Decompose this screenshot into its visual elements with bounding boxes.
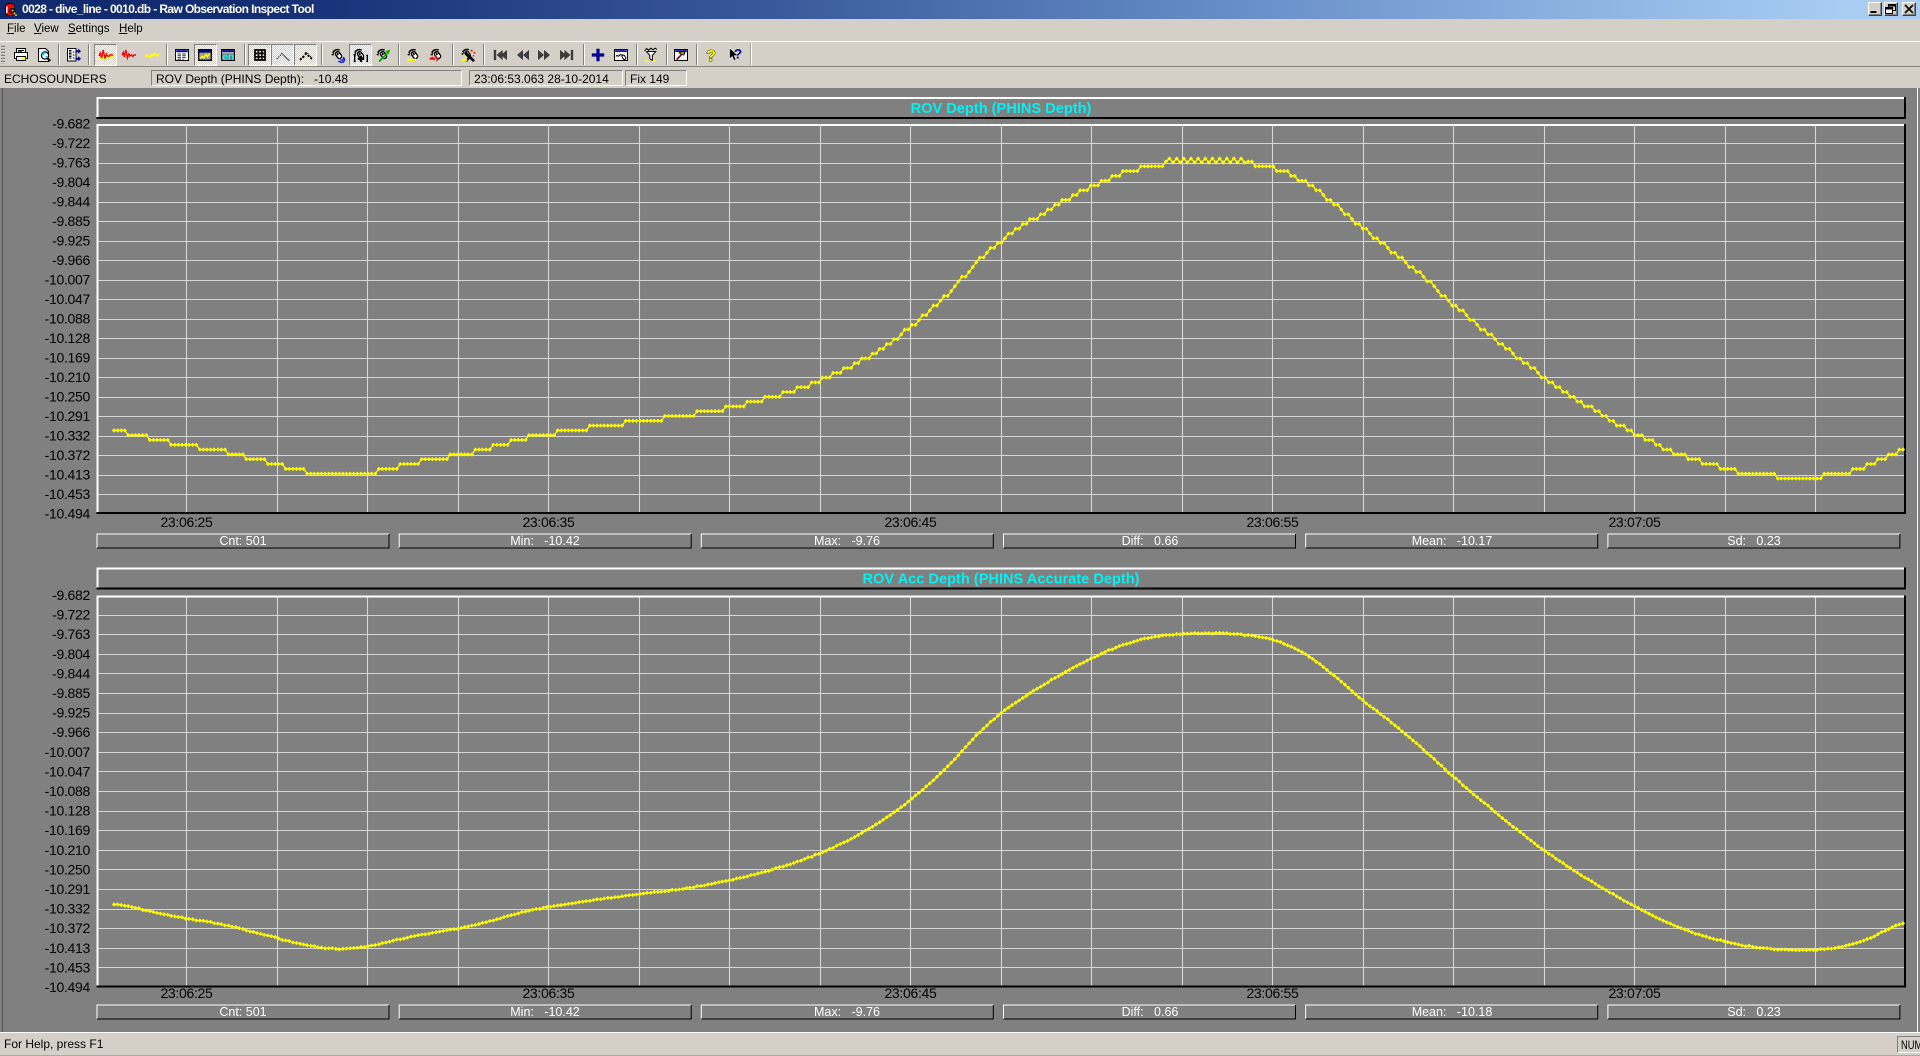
svg-text:-9.722: -9.722 — [52, 135, 90, 151]
svg-text:-9.966: -9.966 — [52, 252, 90, 268]
svg-text:-9.844: -9.844 — [52, 665, 90, 681]
svg-text:23:07:05: 23:07:05 — [1608, 985, 1661, 1001]
svg-text:23:06:25: 23:06:25 — [160, 514, 213, 530]
svg-text:23:06:55: 23:06:55 — [1246, 985, 1299, 1001]
svg-text:-10.453: -10.453 — [45, 486, 91, 502]
svg-text:-10.494: -10.494 — [45, 979, 91, 995]
svg-text:-9.763: -9.763 — [52, 626, 90, 642]
svg-text:Diff: 0.66: Diff: 0.66 — [1122, 534, 1179, 548]
svg-text:-10.372: -10.372 — [45, 447, 91, 463]
svg-text:-10.128: -10.128 — [45, 330, 91, 346]
svg-text:Mean: -10.18: Mean: -10.18 — [1412, 1005, 1493, 1019]
svg-text:-10.291: -10.291 — [45, 408, 91, 424]
svg-text:-10.169: -10.169 — [45, 350, 91, 366]
svg-text:Max: -9.76: Max: -9.76 — [814, 534, 880, 548]
svg-text:23:07:05: 23:07:05 — [1608, 514, 1661, 530]
svg-text:?: ? — [706, 48, 716, 63]
svg-text:-10.291: -10.291 — [45, 881, 91, 897]
svg-text:23:06:35: 23:06:35 — [522, 514, 575, 530]
svg-text:-10.453: -10.453 — [45, 959, 91, 975]
svg-text:23:06:25: 23:06:25 — [160, 985, 213, 1001]
svg-text:-10.494: -10.494 — [45, 506, 91, 522]
svg-text:-10.169: -10.169 — [45, 822, 91, 838]
svg-text:-10.413: -10.413 — [45, 940, 91, 956]
svg-text:23:06:45: 23:06:45 — [884, 514, 937, 530]
svg-text:-10.210: -10.210 — [45, 842, 91, 858]
svg-text:-9.885: -9.885 — [52, 213, 90, 229]
svg-text:-9.804: -9.804 — [52, 646, 90, 662]
svg-text:Mean: -10.17: Mean: -10.17 — [1412, 534, 1493, 548]
svg-text:-10.047: -10.047 — [45, 291, 91, 307]
svg-text:-10.007: -10.007 — [45, 272, 91, 288]
svg-text:Min: -10.42: Min: -10.42 — [510, 534, 580, 548]
svg-text:-10.250: -10.250 — [45, 389, 91, 405]
svg-text:Diff: 0.66: Diff: 0.66 — [1122, 1005, 1179, 1019]
svg-text:23:06:35: 23:06:35 — [522, 985, 575, 1001]
svg-text:-10.007: -10.007 — [45, 744, 91, 760]
svg-text:Sd: 0.23: Sd: 0.23 — [1727, 534, 1781, 548]
svg-text:-10.088: -10.088 — [45, 783, 91, 799]
svg-text:-9.804: -9.804 — [52, 174, 90, 190]
svg-text:-9.925: -9.925 — [52, 233, 90, 249]
svg-text:ROV Acc Depth (PHINS Accurate: ROV Acc Depth (PHINS Accurate Depth) — [862, 572, 1139, 588]
svg-text:23:06:55: 23:06:55 — [1246, 514, 1299, 530]
svg-text:-10.210: -10.210 — [45, 369, 91, 385]
svg-text:-10.372: -10.372 — [45, 920, 91, 936]
svg-text:-9.763: -9.763 — [52, 155, 90, 171]
svg-text:-10.413: -10.413 — [45, 467, 91, 483]
svg-text:-9.966: -9.966 — [52, 724, 90, 740]
svg-text:-9.682: -9.682 — [52, 587, 90, 603]
svg-text:-10.250: -10.250 — [45, 861, 91, 877]
svg-text:-10.128: -10.128 — [45, 803, 91, 819]
svg-text:-9.885: -9.885 — [52, 685, 90, 701]
svg-text:-9.722: -9.722 — [52, 607, 90, 623]
svg-text:-9.844: -9.844 — [52, 194, 90, 210]
svg-text:-10.047: -10.047 — [45, 763, 91, 779]
svg-text:-10.332: -10.332 — [45, 901, 91, 917]
svg-text:Min: -10.42: Min: -10.42 — [510, 1005, 580, 1019]
svg-text:23:06:45: 23:06:45 — [884, 985, 937, 1001]
svg-text:Sd: 0.23: Sd: 0.23 — [1727, 1005, 1781, 1019]
svg-text:en: en — [222, 51, 234, 63]
svg-text:ROV Depth (PHINS Depth): ROV Depth (PHINS Depth) — [911, 101, 1092, 117]
svg-text:-10.332: -10.332 — [45, 428, 91, 444]
svg-text:-10.088: -10.088 — [45, 311, 91, 327]
svg-text:-9.682: -9.682 — [52, 116, 90, 132]
svg-text:Cnt: 501: Cnt: 501 — [219, 1005, 266, 1019]
svg-text:Cnt: 501: Cnt: 501 — [219, 534, 266, 548]
svg-text:?: ? — [733, 47, 741, 62]
svg-text:Max: -9.76: Max: -9.76 — [814, 1005, 880, 1019]
svg-text:-9.925: -9.925 — [52, 705, 90, 721]
